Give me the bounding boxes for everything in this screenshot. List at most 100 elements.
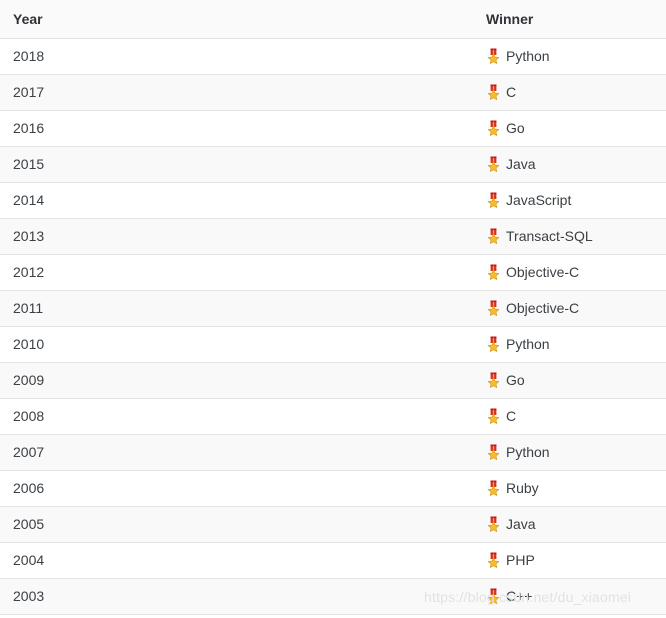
table-row: 2013 Transact-SQL [0,218,666,255]
winner-content: PHP [486,552,666,568]
cell-year: 2014 [0,182,473,219]
winner-label: Objective-C [506,300,580,316]
cell-winner: Java [473,146,666,183]
cell-winner: Go [473,362,666,399]
column-header-year: Year [0,0,473,39]
table-row: 2009 Go [0,362,666,399]
medal-icon [486,516,501,532]
medal-icon [486,264,501,280]
cell-winner: JavaScript [473,182,666,219]
winner-content: Objective-C [486,300,666,316]
cell-winner: Go [473,110,666,147]
table-row: 2015 Java [0,146,666,183]
cell-year: 2011 [0,290,473,327]
table-row: 2007 Python [0,434,666,471]
table-row: 2010 Python [0,326,666,363]
winner-content: Objective-C [486,264,666,280]
winner-content: Python [486,48,666,64]
winner-content: Transact-SQL [486,228,666,244]
winner-label: Java [506,156,536,172]
table-row: 2011 Objective-C [0,290,666,327]
winner-content: Python [486,444,666,460]
winner-label: PHP [506,552,535,568]
medal-icon [486,444,501,460]
winner-label: Objective-C [506,264,580,280]
cell-winner: PHP [473,542,666,579]
cell-winner: Python [473,434,666,471]
winner-label: Ruby [506,480,539,496]
cell-year: 2018 [0,38,473,75]
cell-year: 2005 [0,506,473,543]
cell-year: 2006 [0,470,473,507]
winner-label: Python [506,336,550,352]
winner-label: JavaScript [506,192,572,208]
winner-label: Go [506,120,525,136]
cell-winner: C++ [473,578,666,615]
medal-icon [486,120,501,136]
cell-year: 2010 [0,326,473,363]
table-header-row: Year Winner [0,0,666,39]
cell-year: 2007 [0,434,473,471]
winner-label: Python [506,444,550,460]
cell-winner: Ruby [473,470,666,507]
winner-label: C [506,408,517,424]
cell-year: 2008 [0,398,473,435]
cell-year: 2015 [0,146,473,183]
medal-icon [486,372,501,388]
winner-content: JavaScript [486,192,666,208]
cell-winner: C [473,398,666,435]
medal-icon [486,300,501,316]
table-body: 2018 Python 2017 C 2016 Go 2015 Java 2014 JavaScr… [0,38,666,615]
table-row: 2006 Ruby [0,470,666,507]
cell-year: 2003 [0,578,473,615]
cell-winner: Objective-C [473,290,666,327]
cell-winner: Transact-SQL [473,218,666,255]
medal-icon [486,480,501,496]
medal-icon [486,588,501,604]
medal-icon [486,48,501,64]
cell-year: 2012 [0,254,473,291]
winner-label: Transact-SQL [506,228,593,244]
cell-winner: Objective-C [473,254,666,291]
column-header-winner: Winner [473,0,666,39]
winner-label: C++ [506,588,533,604]
winner-content: Java [486,156,666,172]
medal-icon [486,336,501,352]
table-row: 2004 PHP [0,542,666,579]
table-row: 2017 C [0,74,666,111]
winner-label: Go [506,372,525,388]
winner-content: C [486,408,666,424]
winner-label: Java [506,516,536,532]
table-row: 2008 C [0,398,666,435]
cell-year: 2004 [0,542,473,579]
medal-icon [486,408,501,424]
cell-winner: Python [473,326,666,363]
medal-icon [486,192,501,208]
winner-label: Python [506,48,550,64]
medal-icon [486,228,501,244]
table-row: 2012 Objective-C [0,254,666,291]
winner-content: Python [486,336,666,352]
medal-icon [486,156,501,172]
table-row: 2016 Go [0,110,666,147]
table-row: 2014 JavaScript [0,182,666,219]
cell-year: 2009 [0,362,473,399]
cell-year: 2013 [0,218,473,255]
medal-icon [486,84,501,100]
table-row: 2018 Python [0,38,666,75]
cell-winner: Java [473,506,666,543]
winner-label: C [506,84,517,100]
winner-content: Go [486,120,666,136]
winner-content: C [486,84,666,100]
winner-content: Go [486,372,666,388]
winner-content: Java [486,516,666,532]
cell-winner: C [473,74,666,111]
winners-table: Year Winner 2018 Python 2017 C 2016 Go 2015 Jav… [0,0,666,615]
table-row: 2003 C++ [0,578,666,615]
table-header: Year Winner [0,0,666,39]
cell-year: 2017 [0,74,473,111]
medal-icon [486,552,501,568]
cell-year: 2016 [0,110,473,147]
winner-content: Ruby [486,480,666,496]
winner-content: C++ [486,588,666,604]
